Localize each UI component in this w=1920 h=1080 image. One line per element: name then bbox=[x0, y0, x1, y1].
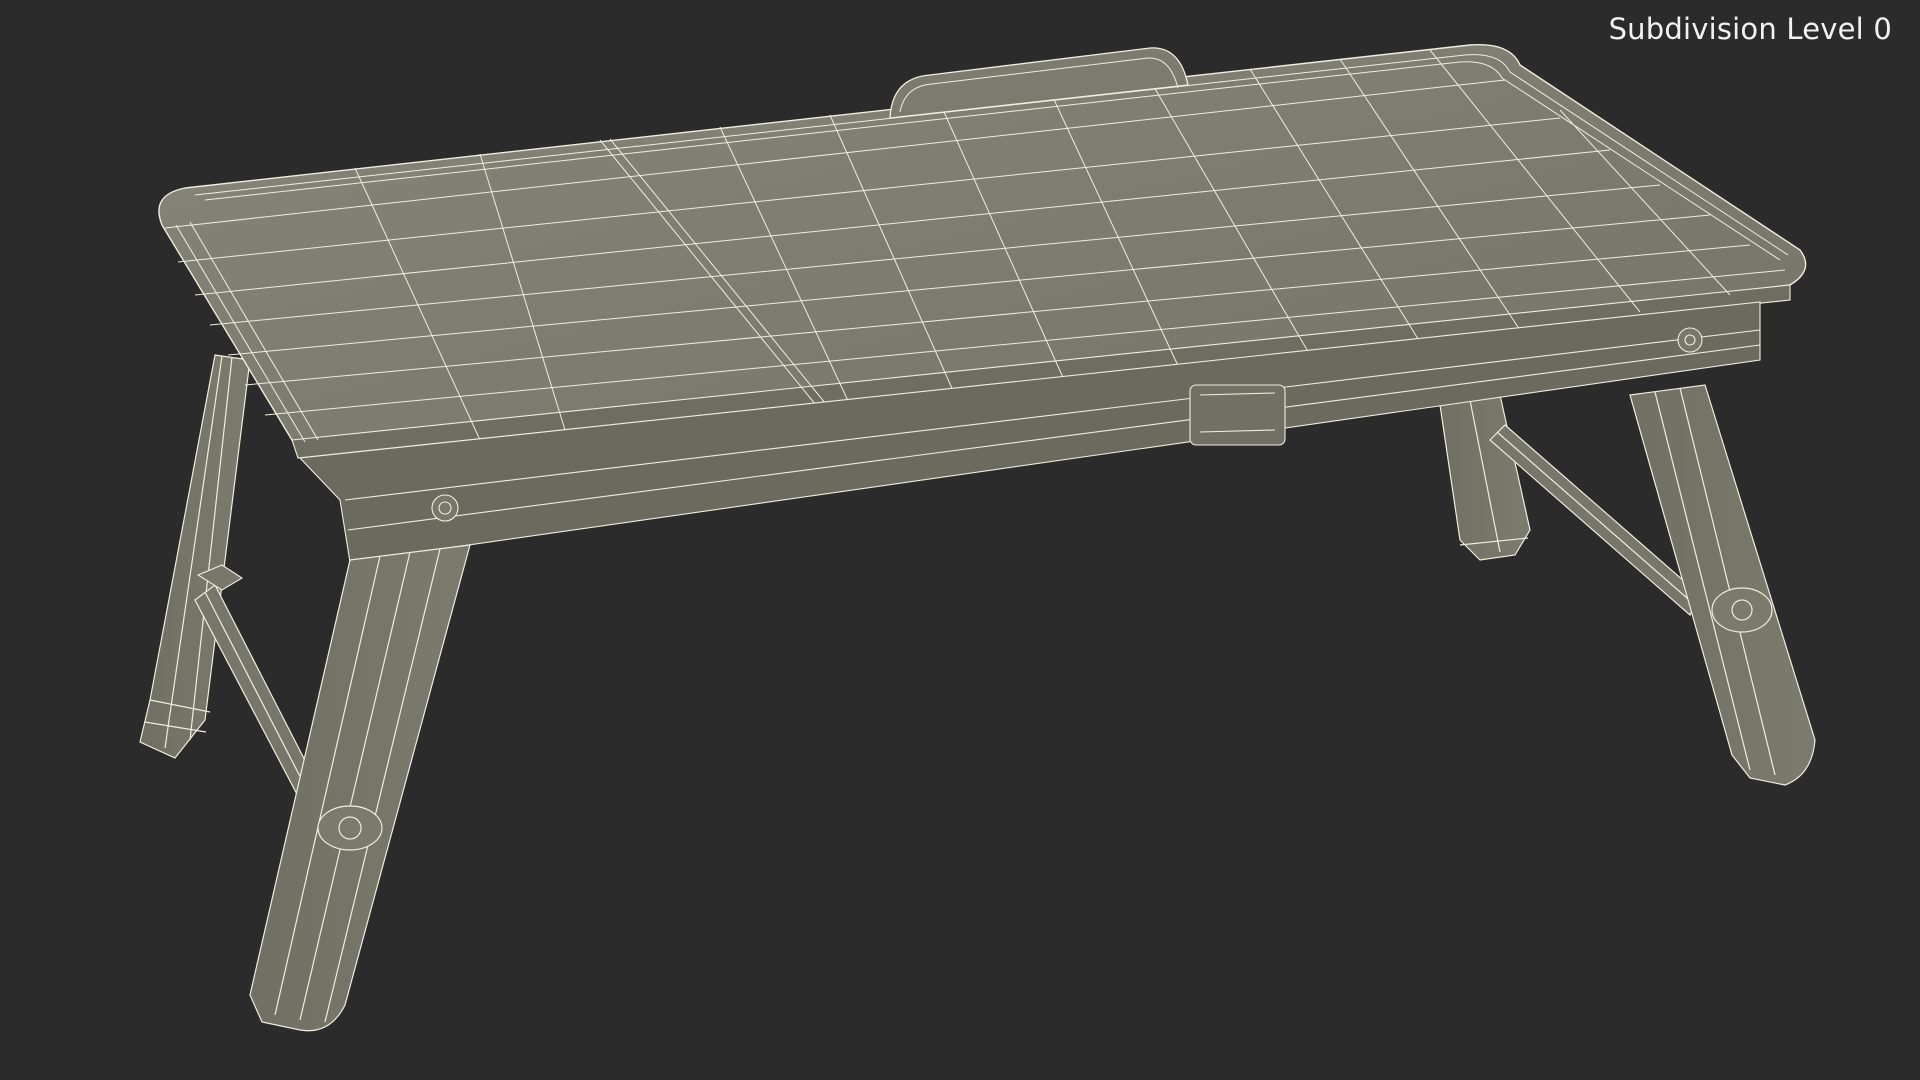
drawer-pull bbox=[1189, 384, 1286, 446]
right-hinge-icon bbox=[1711, 587, 1773, 633]
back-right-leg bbox=[1439, 394, 1531, 561]
left-hinge-icon bbox=[317, 805, 383, 851]
back-left-leg bbox=[139, 354, 251, 759]
subdivision-level-label: Subdivision Level 0 bbox=[1608, 12, 1892, 46]
render-viewport: Subdivision Level 0 bbox=[0, 0, 1920, 1080]
front-left-screw-icon bbox=[431, 494, 459, 522]
front-left-leg bbox=[249, 544, 471, 1032]
left-cross-brace bbox=[194, 584, 316, 802]
wireframe-model bbox=[139, 43, 1816, 1032]
front-right-screw-icon bbox=[1677, 327, 1703, 353]
